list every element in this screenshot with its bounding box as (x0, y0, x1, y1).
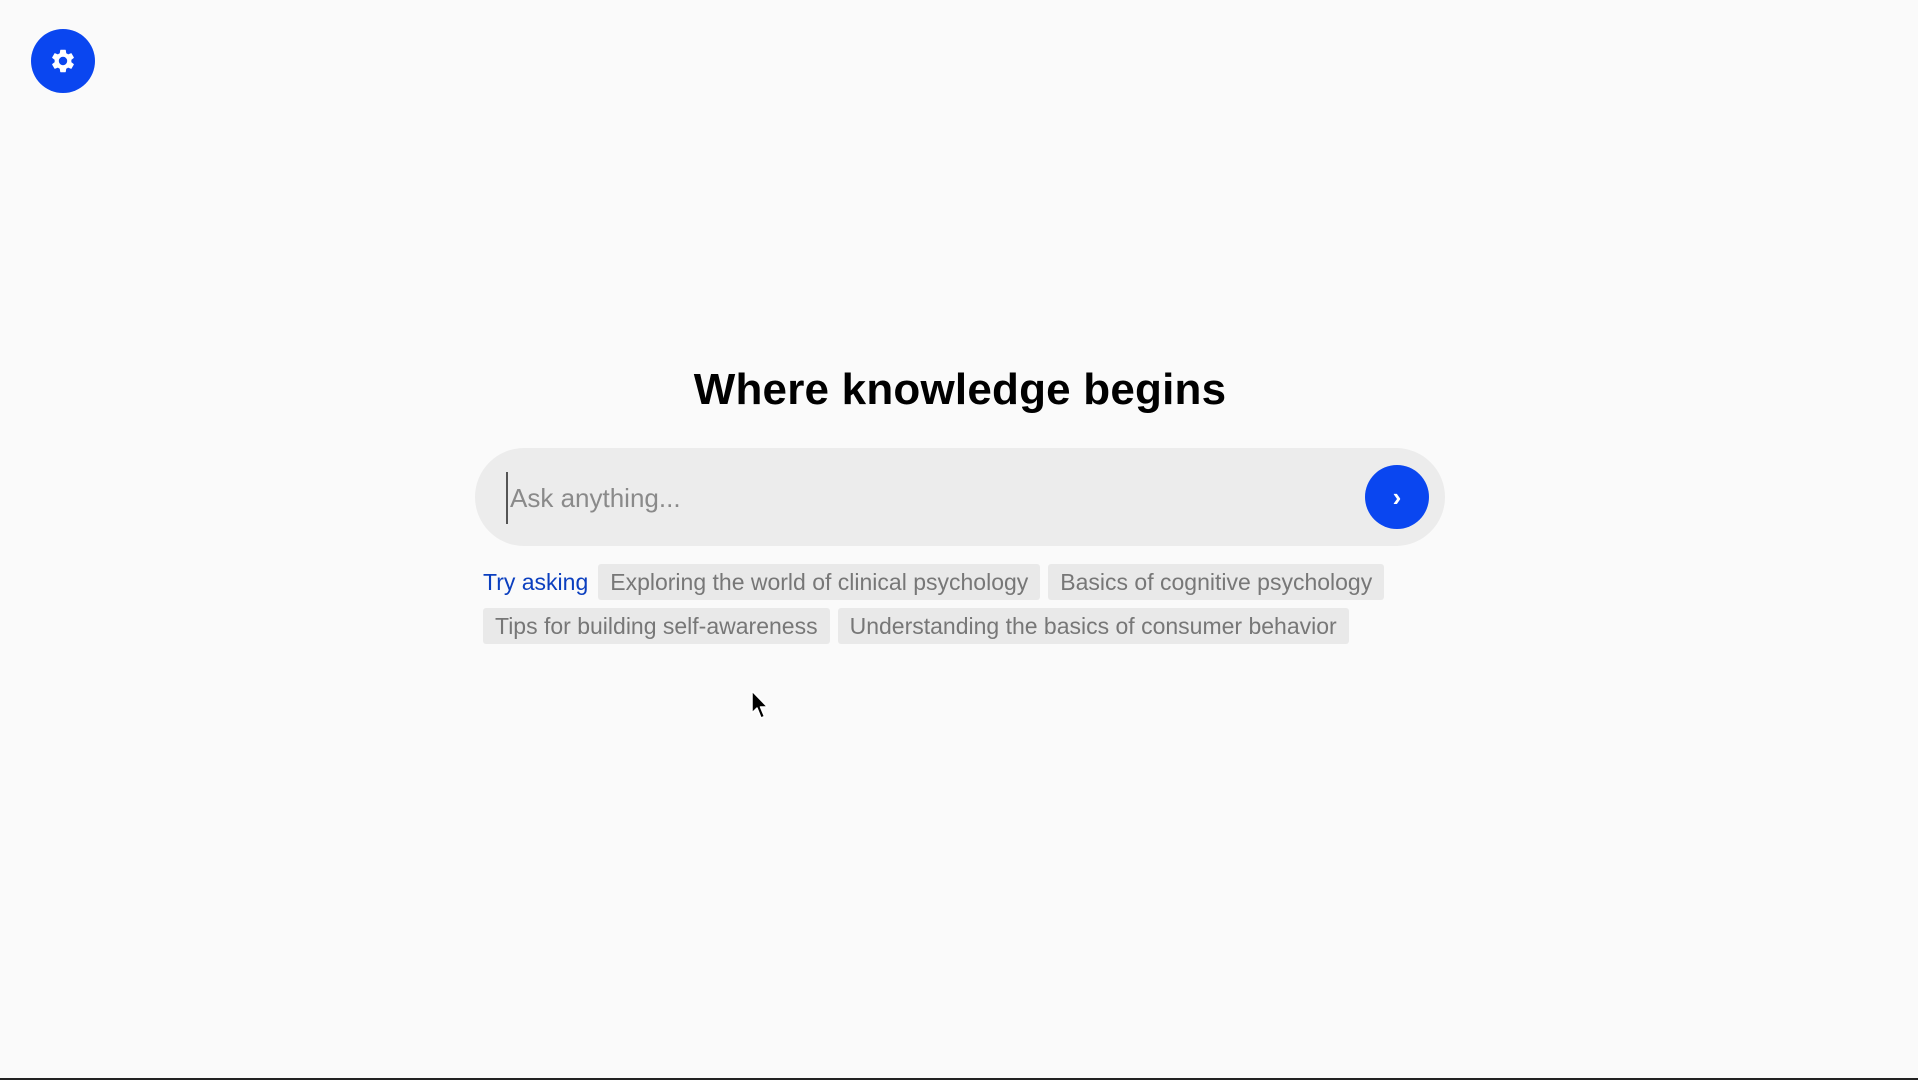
search-bar: › (475, 448, 1445, 546)
suggestion-chip[interactable]: Exploring the world of clinical psycholo… (598, 564, 1041, 600)
chevron-right-icon: › (1392, 481, 1402, 512)
try-asking-label: Try asking (483, 569, 589, 595)
suggestions: Try asking Exploring the world of clinic… (475, 564, 1443, 644)
settings-button[interactable] (31, 29, 95, 93)
page: Where knowledge begins › Try asking Expl… (0, 0, 1918, 1080)
suggestion-chip[interactable]: Basics of cognitive psychology (1048, 564, 1385, 600)
gear-icon (52, 49, 74, 73)
suggestion-chip[interactable]: Understanding the basics of consumer beh… (837, 608, 1349, 644)
page-title: Where knowledge begins (693, 365, 1227, 414)
mouse-cursor-icon (751, 690, 769, 719)
search-input[interactable] (506, 472, 1332, 524)
submit-button[interactable]: › (1365, 465, 1429, 529)
main-section: Where knowledge begins › Try asking Expl… (475, 360, 1445, 644)
suggestion-chip[interactable]: Tips for building self-awareness (483, 608, 830, 644)
